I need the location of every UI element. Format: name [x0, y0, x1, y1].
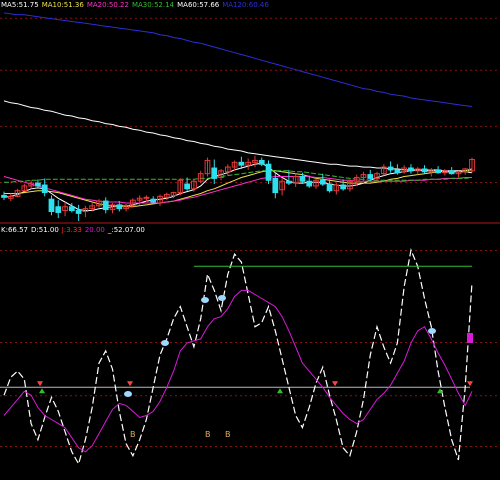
candle: [326, 179, 333, 193]
candle: [224, 164, 231, 176]
candle-body: [326, 183, 333, 192]
b-label-0: B: [130, 430, 136, 439]
candle-body: [387, 166, 394, 171]
candle: [414, 167, 421, 175]
candle-body: [299, 176, 306, 182]
sell-arrow-icon: [127, 381, 133, 387]
sell-arrow-icon: [332, 381, 338, 387]
candle-body: [285, 180, 292, 184]
candle-body: [340, 184, 347, 190]
b-label-2: B: [225, 430, 231, 439]
candle-body: [435, 169, 441, 174]
candle-body: [265, 163, 272, 181]
candle: [123, 203, 129, 212]
osc-line-k: [3, 248, 473, 466]
candle-body: [41, 184, 48, 194]
candle: [245, 158, 252, 170]
candle: [211, 159, 218, 185]
signal-dot-icon: [201, 297, 209, 303]
candle: [340, 179, 347, 191]
oscillator-panel-grid: [0, 250, 500, 448]
candle-body: [211, 167, 218, 179]
candle: [380, 164, 387, 176]
signal-markers: BBB: [37, 295, 473, 439]
candle-body: [48, 198, 55, 212]
candle-body: [1, 194, 7, 198]
candle-body: [184, 183, 191, 190]
candle: [62, 202, 68, 217]
candle: [41, 178, 48, 197]
candle-body: [394, 169, 401, 174]
signal-dot-icon: [124, 391, 132, 397]
candle: [469, 157, 475, 173]
osc-line-d: [3, 289, 473, 453]
candle: [21, 184, 28, 192]
candle-body: [143, 196, 150, 199]
candle: [197, 170, 204, 184]
candle: [252, 155, 258, 168]
candle: [292, 173, 299, 187]
candle: [177, 178, 184, 196]
signal-dot-icon: [218, 295, 226, 301]
candle: [360, 171, 367, 182]
buy-arrow-icon: [277, 388, 283, 394]
candle-body: [55, 206, 62, 213]
candle: [82, 205, 89, 218]
candle-body: [272, 177, 279, 194]
candle: [408, 164, 414, 174]
candle: [333, 183, 340, 195]
candle: [387, 161, 394, 173]
candle: [204, 157, 211, 177]
candle-body: [306, 180, 313, 187]
candle: [157, 194, 163, 206]
candle: [48, 195, 55, 216]
candle: [421, 165, 428, 174]
candle-body: [150, 198, 157, 203]
candle-body: [35, 182, 41, 187]
candle: [435, 166, 441, 174]
sell-arrow-icon: [37, 381, 43, 387]
candle: [455, 170, 462, 178]
candle: [1, 191, 7, 201]
signal-flag-icon: [467, 333, 473, 343]
candlestick-series: [1, 155, 475, 221]
candle: [258, 157, 265, 167]
candle: [394, 164, 401, 175]
ma-line-ma120: [3, 12, 473, 107]
candle: [319, 173, 326, 186]
candle-body: [258, 159, 265, 165]
candle-body: [319, 179, 326, 185]
moving-average-lines: [3, 12, 473, 211]
candle: [441, 168, 448, 176]
candle: [102, 197, 109, 214]
candle: [7, 193, 14, 202]
buy-arrow-icon: [39, 388, 45, 394]
b-label-1: B: [205, 430, 211, 439]
candle-body: [448, 170, 455, 175]
candle: [265, 160, 272, 185]
candle-body: [75, 210, 82, 214]
signal-dot-icon: [161, 340, 169, 346]
stock-chart: BBB: [0, 12, 500, 466]
candle: [428, 168, 435, 177]
candle-body: [421, 168, 428, 173]
candle: [313, 178, 319, 189]
ma-line-ma60: [3, 100, 473, 174]
candle-body: [116, 204, 123, 210]
oscillator-lines: [0, 248, 473, 466]
candle: [75, 204, 82, 221]
candle-body: [238, 161, 245, 166]
candle: [109, 202, 116, 214]
candle-body: [408, 167, 414, 172]
candle: [55, 200, 62, 219]
ma-line-ma10: [4, 170, 472, 208]
candle: [462, 168, 469, 175]
signal-dot-icon: [428, 328, 436, 334]
sell-arrow-icon: [467, 381, 473, 387]
candle: [448, 167, 455, 175]
candle: [279, 178, 285, 196]
candle-body: [102, 200, 109, 211]
candle-body: [367, 174, 374, 179]
candle-body: [68, 206, 75, 212]
